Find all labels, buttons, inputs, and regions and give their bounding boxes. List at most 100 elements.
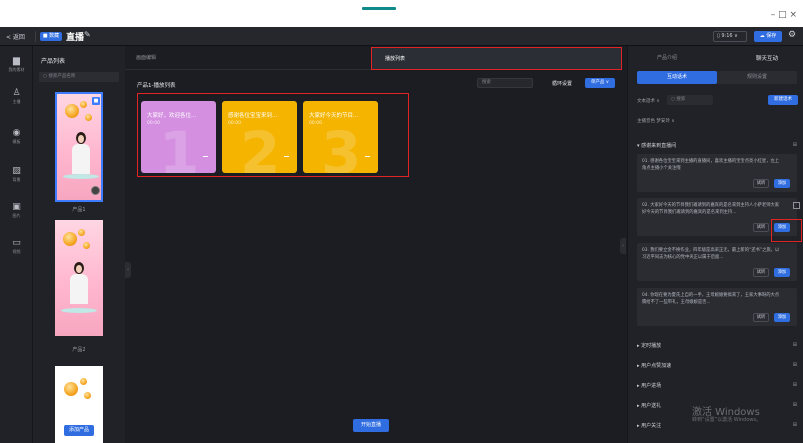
coin-decor bbox=[83, 242, 90, 249]
coin-decor bbox=[80, 101, 87, 108]
product-list-title: 产品列表 bbox=[41, 58, 66, 65]
add-product-button[interactable]: 添加产品 bbox=[64, 425, 94, 436]
script-type-select[interactable]: 文本話术 ∨ bbox=[637, 98, 660, 104]
nav-template[interactable]: ◉ 模板 bbox=[0, 128, 33, 145]
playlist-card[interactable]: 3 大家好今天的节目... 00:00 bbox=[303, 101, 378, 173]
card-more-icon[interactable] bbox=[203, 156, 208, 157]
card-more-icon[interactable] bbox=[365, 156, 370, 157]
loop-setting-label: 循环设置 bbox=[552, 81, 573, 87]
highlight-box bbox=[771, 219, 802, 242]
center-tabs: 画面编辑 播放列表 bbox=[125, 46, 622, 70]
nav-materials[interactable]: ▆ 我的素材 bbox=[0, 56, 33, 73]
live-name: 直播 bbox=[66, 33, 85, 43]
tab-canvas-edit[interactable]: 画面编辑 bbox=[136, 54, 156, 61]
image-icon: ▣ bbox=[12, 202, 21, 212]
segment-interact-scripts[interactable]: 互动话术 bbox=[637, 71, 717, 84]
window-controls[interactable]: – □ × bbox=[771, 10, 797, 20]
background-icon: ▨ bbox=[12, 166, 21, 176]
playlist-title: 产品1-播放列表 bbox=[137, 83, 176, 89]
playlist-cards: 1 大家好，欢迎各位... 00:00 2 感谢各位宝宝来到... 00:00 … bbox=[137, 93, 409, 177]
camera-icon bbox=[91, 186, 100, 195]
edit-icon[interactable]: ✎ bbox=[84, 30, 91, 39]
card-title: 大家好今天的节目... bbox=[309, 113, 359, 119]
coin-decor bbox=[85, 114, 92, 121]
collapse-right-handle[interactable]: › bbox=[620, 238, 626, 254]
section-timed-play[interactable]: ▸ 定时播放 ⊞ bbox=[637, 342, 797, 349]
top-toolbar: < 返回 ■ 数藏 直播 ✎ ▯ 9:16 ∨ ☁ 保存 ⚙ bbox=[0, 27, 803, 46]
coin-decor bbox=[80, 378, 87, 385]
coin-decor bbox=[63, 232, 77, 246]
checkbox-icon[interactable] bbox=[793, 202, 800, 209]
product-thumb-2[interactable] bbox=[55, 220, 103, 336]
add-icon[interactable]: ⊞ bbox=[793, 342, 797, 348]
tab-product-intro[interactable]: 产品介绍 bbox=[657, 54, 677, 61]
ratio-select[interactable]: ▯ 9:16 ∨ bbox=[713, 31, 747, 42]
nav-video[interactable]: ▭ 视频 bbox=[0, 238, 33, 255]
add-icon[interactable]: ⊞ bbox=[793, 362, 797, 368]
tab-chat-interact[interactable]: 聊天互动 bbox=[756, 54, 778, 62]
product-label-1: 产品1 bbox=[72, 207, 86, 213]
preview-button[interactable]: 试听 bbox=[753, 223, 769, 232]
script-text: 01. 感谢各位宝宝来到主播的直播间，喜欢主播的宝宝点亮小红星，左上角点主播小个… bbox=[642, 159, 780, 171]
preview-button[interactable]: 试听 bbox=[753, 313, 769, 322]
card-number: 1 bbox=[159, 119, 200, 173]
start-live-button[interactable]: 开始直播 bbox=[353, 419, 389, 432]
section-welcome[interactable]: ▾ 感谢来到直播间 ⊞ bbox=[637, 142, 797, 149]
video-icon: ▭ bbox=[12, 238, 21, 248]
add-icon[interactable]: ⊞ bbox=[793, 402, 797, 408]
product-search-input[interactable]: ○ 搜索产品名称 bbox=[39, 72, 119, 82]
save-button[interactable]: ☁ 保存 bbox=[754, 31, 782, 42]
playlist-card[interactable]: 1 大家好，欢迎各位... 00:00 bbox=[141, 101, 216, 173]
add-icon[interactable]: ⊞ bbox=[793, 382, 797, 388]
card-time: 00:00 bbox=[228, 121, 241, 126]
script-text: 03. 我们要立金不换作业，四年级是高采正无，最上新的“还书”之旅，以习近平同志… bbox=[642, 248, 780, 260]
preview-button[interactable]: 试听 bbox=[753, 179, 769, 188]
card-number: 2 bbox=[240, 119, 281, 173]
anchor-voice-select[interactable]: 主播音色 梦安玲 ∨ bbox=[637, 118, 675, 124]
section-user-enter[interactable]: ▸ 用户进场 ⊞ bbox=[637, 382, 797, 389]
add-icon[interactable]: ⊞ bbox=[793, 142, 797, 148]
selected-mark-icon: ■ bbox=[92, 97, 100, 105]
card-more-icon[interactable] bbox=[284, 156, 289, 157]
section-user-follow[interactable]: ▸ 用户关注 ⊞ bbox=[637, 422, 797, 429]
add-icon[interactable]: ⊞ bbox=[793, 422, 797, 428]
section-like-boost[interactable]: ▸ 用户点赞加速 ⊞ bbox=[637, 362, 797, 369]
loop-mode-select[interactable]: 单产品 ∨ bbox=[585, 78, 615, 88]
coin-decor bbox=[84, 392, 91, 399]
product-list-panel: 产品列表 ○ 搜索产品名称 ■ 产品1 产品2 添加产品 bbox=[33, 46, 125, 443]
gear-icon[interactable]: ⚙ bbox=[788, 30, 796, 40]
back-button[interactable]: < 返回 bbox=[6, 32, 25, 41]
playlist-search-input[interactable]: 搜索 bbox=[477, 78, 533, 88]
coin-decor bbox=[78, 229, 85, 236]
product-label-2: 产品2 bbox=[72, 347, 86, 353]
script-card: 01. 感谢各位宝宝来到主播的直播间，喜欢主播的宝宝点亮小红星，左上角点主播小个… bbox=[637, 154, 797, 192]
toolbar-divider bbox=[35, 31, 36, 42]
preview-button[interactable]: 试听 bbox=[753, 268, 769, 277]
card-time: 00:00 bbox=[147, 121, 160, 126]
nav-anchor[interactable]: ♙ 主播 bbox=[0, 88, 33, 105]
window-titlebar: – □ × bbox=[0, 0, 803, 27]
playlist-card[interactable]: 2 感谢各位宝宝来到... 00:00 bbox=[222, 101, 297, 173]
card-time: 00:00 bbox=[309, 121, 322, 126]
nav-image[interactable]: ▣ 图片 bbox=[0, 202, 33, 219]
template-icon: ◉ bbox=[12, 128, 21, 138]
add-script-button[interactable]: 添加 bbox=[774, 313, 790, 322]
script-card: 03. 我们要立金不换作业，四年级是高采正无，最上新的“还书”之旅，以习近平同志… bbox=[637, 243, 797, 281]
card-title: 感谢各位宝宝来到... bbox=[228, 113, 278, 119]
script-text: 02. 大家好今天的节目我们邀请到的嘉宾的是名来到主持人小萨老师大家好今天的节目… bbox=[642, 203, 780, 215]
add-script-button[interactable]: 添加 bbox=[774, 268, 790, 277]
product-thumb-1[interactable]: ■ bbox=[55, 92, 103, 202]
new-script-button[interactable]: 新建话术 bbox=[768, 95, 798, 105]
segment-rule-settings[interactable]: 规则设置 bbox=[717, 71, 797, 84]
live-type-badge: ■ 数藏 bbox=[40, 32, 62, 41]
nav-background[interactable]: ▨ 背景 bbox=[0, 166, 33, 183]
person-icon: ♙ bbox=[12, 88, 21, 98]
folder-icon: ▆ bbox=[13, 56, 20, 66]
add-script-button[interactable]: 添加 bbox=[774, 179, 790, 188]
script-card: 04. 你现在要为夏氏上自的一手，王母娘娘要搞来了，王家大事呀的大点腾给不了一些… bbox=[637, 288, 797, 326]
script-text: 04. 你现在要为夏氏上自的一手，王母娘娘要搞来了，王家大事呀的大点腾给不了一些… bbox=[642, 293, 780, 305]
collapse-left-handle[interactable]: ‹ bbox=[125, 262, 131, 278]
script-search-input[interactable]: ○ 搜索 bbox=[667, 95, 713, 105]
card-number: 3 bbox=[321, 119, 362, 173]
tab-playlist[interactable]: 播放列表 bbox=[371, 47, 622, 70]
